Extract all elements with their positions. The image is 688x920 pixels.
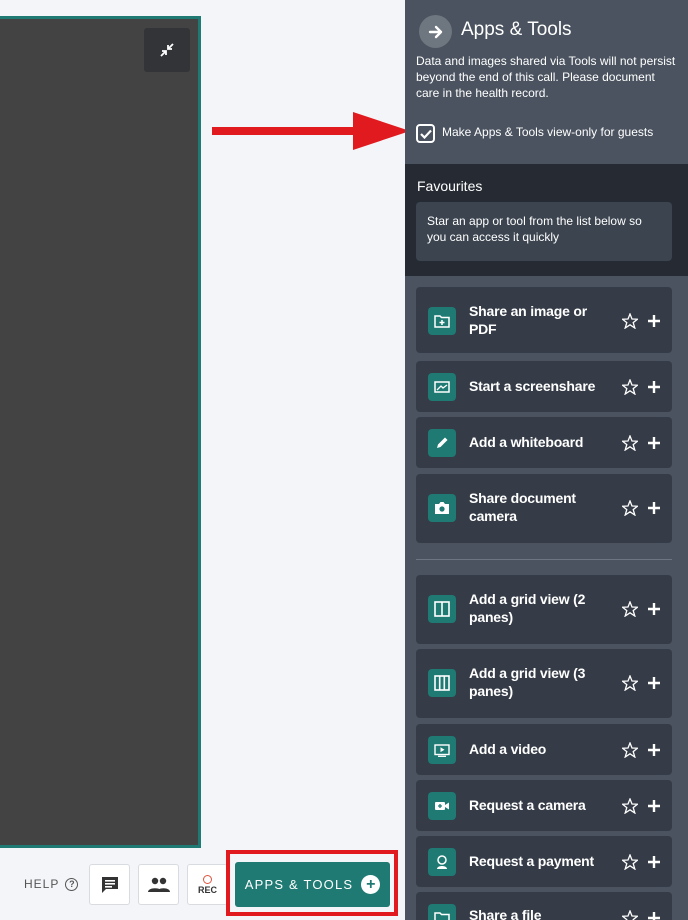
plus-icon[interactable] <box>647 676 661 690</box>
tool-add-whiteboard[interactable]: Add a whiteboard <box>416 417 672 468</box>
plus-icon[interactable] <box>647 602 661 616</box>
star-icon[interactable] <box>622 379 638 395</box>
tool-add-video[interactable]: Add a video <box>416 724 672 775</box>
tool-grid-2-panes[interactable]: Add a grid view (2 panes) <box>416 575 672 644</box>
star-icon[interactable] <box>622 798 638 814</box>
tool-label: Start a screenshare <box>469 378 596 394</box>
tool-grid-3-panes[interactable]: Add a grid view (3 panes) <box>416 649 672 718</box>
video-play-icon <box>428 736 456 764</box>
check-icon <box>419 129 432 139</box>
panel-description: Data and images shared via Tools will no… <box>416 54 676 100</box>
record-button[interactable]: REC <box>187 864 228 905</box>
plus-icon[interactable] <box>647 314 661 328</box>
payment-icon <box>428 848 456 876</box>
favourites-section: Favourites Star an app or tool from the … <box>405 164 688 276</box>
tool-share-file[interactable]: Share a file <box>416 892 672 920</box>
record-label: REC <box>197 884 217 895</box>
apps-tools-label: APPS & TOOLS <box>244 877 354 892</box>
pencil-icon <box>428 429 456 457</box>
favourites-hint: Star an app or tool from the list below … <box>416 202 672 261</box>
panel-title: Apps & Tools <box>461 19 572 40</box>
help-icon: ? <box>65 877 79 891</box>
plus-icon[interactable] <box>647 380 661 394</box>
tool-label: Add a whiteboard <box>469 434 584 450</box>
star-icon[interactable] <box>622 675 638 691</box>
tool-label: Add a grid view (3 panes) <box>469 665 586 699</box>
plus-icon[interactable] <box>647 911 661 920</box>
camera-icon <box>428 494 456 522</box>
star-icon[interactable] <box>622 742 638 758</box>
video-camera-icon <box>428 792 456 820</box>
apps-tools-button[interactable]: APPS & TOOLS + <box>235 862 390 907</box>
participants-button[interactable] <box>138 864 179 905</box>
star-icon[interactable] <box>622 910 638 920</box>
apps-tools-panel: Apps & Tools Data and images shared via … <box>405 0 688 920</box>
tool-label: Request a camera <box>469 797 586 813</box>
video-stage <box>0 16 201 848</box>
red-arrow-annotation <box>212 112 410 150</box>
plus-icon[interactable] <box>647 743 661 757</box>
tool-label: Share a file <box>469 907 542 920</box>
tool-share-document-camera[interactable]: Share document camera <box>416 474 672 543</box>
collapse-button[interactable] <box>144 28 190 72</box>
folder-plus-icon <box>428 307 456 335</box>
plus-icon[interactable] <box>647 501 661 515</box>
people-icon <box>147 877 170 892</box>
grid-2-icon <box>428 595 456 623</box>
star-icon[interactable] <box>622 435 638 451</box>
view-only-checkbox[interactable] <box>416 124 435 143</box>
grid-3-icon <box>428 669 456 697</box>
chat-button[interactable] <box>89 864 130 905</box>
plus-icon[interactable] <box>647 855 661 869</box>
collapse-icon <box>160 43 174 57</box>
plus-icon[interactable] <box>647 436 661 450</box>
tool-label: Add a grid view (2 panes) <box>469 591 586 625</box>
record-icon <box>203 874 212 884</box>
view-only-label[interactable]: Make Apps & Tools view-only for guests <box>442 125 653 139</box>
tool-label: Request a payment <box>469 853 594 869</box>
file-folder-icon <box>428 904 456 920</box>
tool-label: Share an image or PDF <box>469 303 587 337</box>
plus-circle-icon: + <box>361 875 381 894</box>
help-label: HELP <box>24 877 60 891</box>
arrow-right-icon[interactable] <box>419 15 452 48</box>
star-icon[interactable] <box>622 854 638 870</box>
screen-icon <box>428 373 456 401</box>
star-icon[interactable] <box>622 601 638 617</box>
star-icon[interactable] <box>622 313 638 329</box>
section-divider <box>416 559 672 560</box>
star-icon[interactable] <box>622 500 638 516</box>
panel-header: Apps & Tools Data and images shared via … <box>405 0 688 164</box>
tool-start-screenshare[interactable]: Start a screenshare <box>416 361 672 412</box>
favourites-title: Favourites <box>417 178 483 194</box>
plus-icon[interactable] <box>647 799 661 813</box>
help-link[interactable]: HELP ? <box>24 877 79 891</box>
chat-icon <box>101 876 118 893</box>
tool-label: Add a video <box>469 741 547 757</box>
tool-request-camera[interactable]: Request a camera <box>416 780 672 831</box>
tool-share-image[interactable]: Share an image or PDF <box>416 287 672 353</box>
tool-request-payment[interactable]: Request a payment <box>416 836 672 887</box>
tool-label: Share document camera <box>469 490 576 524</box>
